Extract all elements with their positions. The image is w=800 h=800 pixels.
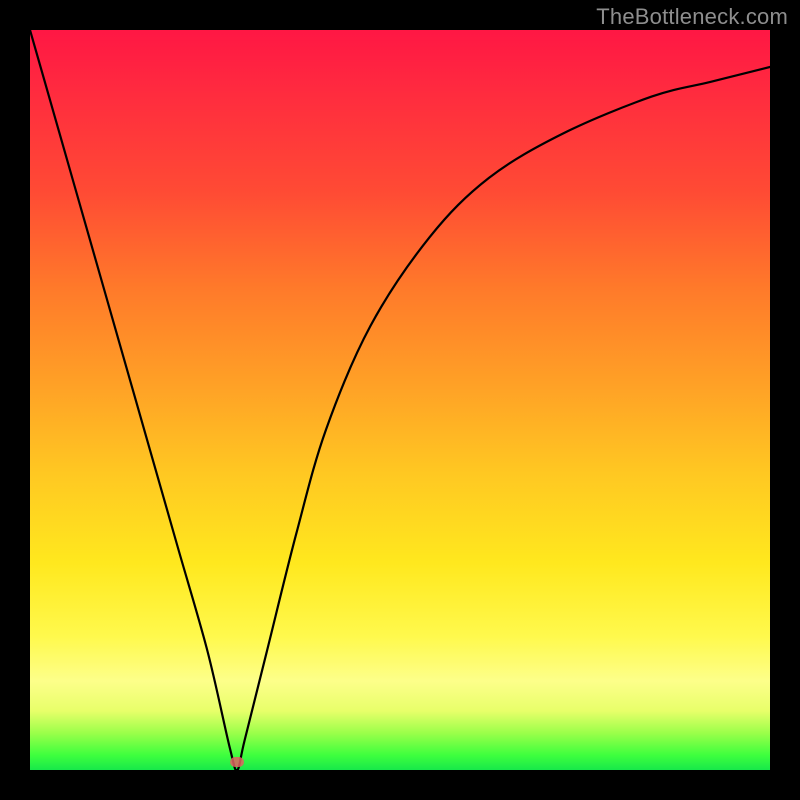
bottleneck-curve: [30, 30, 770, 770]
minimum-marker: [230, 757, 244, 767]
plot-area: [30, 30, 770, 770]
watermark-text: TheBottleneck.com: [596, 4, 788, 30]
curve-path: [30, 30, 770, 770]
chart-frame: TheBottleneck.com: [0, 0, 800, 800]
